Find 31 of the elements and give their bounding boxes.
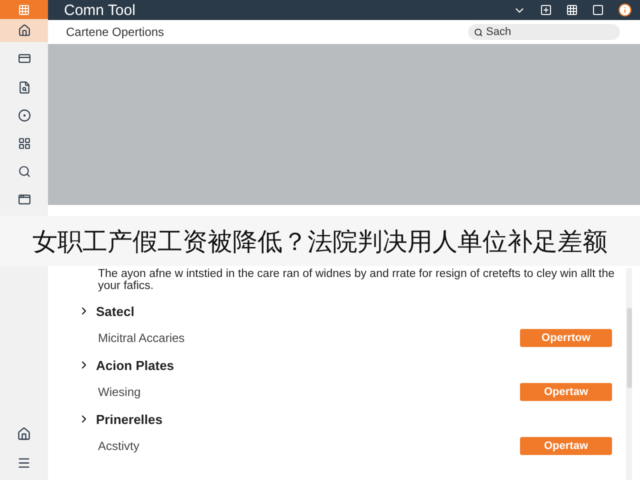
search-icon: [18, 164, 30, 178]
window-icon: [18, 192, 30, 206]
grid-icon: [18, 136, 30, 150]
section-title: Satecl: [96, 304, 136, 318]
operation-button[interactable]: Operrtow: [520, 329, 612, 347]
description-text: The ayon afne w intstied in the care ran of widnes by and rrate for resign of cretefts to cley win allt the your fafics.: [97, 268, 616, 292]
section-title: Prinerelles: [96, 412, 164, 426]
grid-icon[interactable]: [566, 4, 578, 16]
home-icon: [17, 427, 31, 441]
square-icon[interactable]: [592, 4, 604, 16]
document-search-icon: [18, 80, 30, 94]
page-title: Cartene Opertions: [66, 25, 166, 39]
item-label: Wiesing: [98, 385, 142, 399]
card-icon: [18, 52, 30, 66]
search-field[interactable]: Sach: [468, 24, 620, 40]
frame-icon[interactable]: [540, 4, 552, 16]
section-title: Acion Plates: [96, 358, 176, 372]
home-icon: [18, 24, 30, 38]
menu-icon: [17, 456, 31, 470]
info-icon[interactable]: [618, 3, 632, 17]
operation-button[interactable]: Opertaw: [520, 383, 612, 401]
scrollbar[interactable]: [626, 268, 632, 480]
sidebar-item[interactable]: [0, 19, 48, 42]
window-title: Comn Tool: [64, 2, 136, 18]
item-label: Micitral Accaries: [98, 331, 186, 345]
operation-button[interactable]: Opertaw: [520, 437, 612, 455]
caption-text: 女职工产假工资被降低？法院判决用人单位补足差额: [32, 226, 608, 258]
item-label: Acstivty: [98, 439, 140, 453]
logo-icon: [18, 4, 30, 16]
search-icon: [474, 28, 483, 37]
target-icon: [18, 108, 30, 122]
